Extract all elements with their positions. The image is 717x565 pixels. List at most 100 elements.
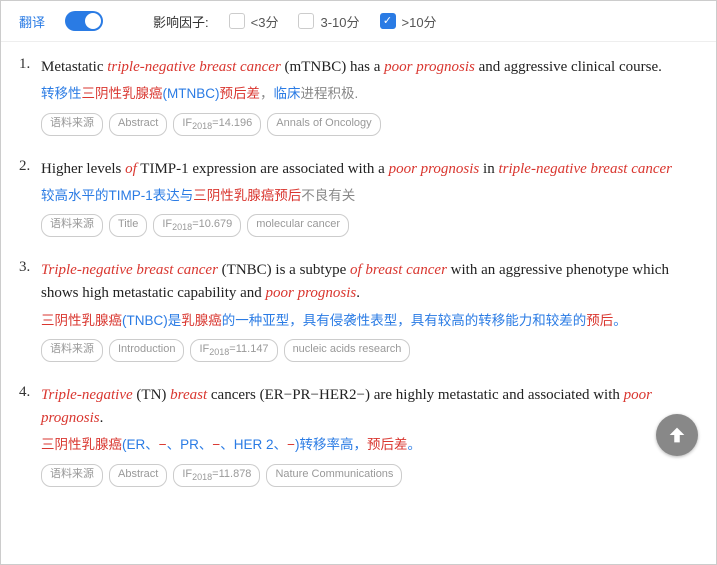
tag-impact-factor[interactable]: IF2018=11.147 <box>190 339 277 362</box>
text-segment: 预后 <box>586 313 613 328</box>
result-number: 4. <box>19 384 41 487</box>
text-segment: 进程积极. <box>301 86 359 101</box>
if-option-label: >10分 <box>402 12 437 31</box>
tag-source[interactable]: 语料来源 <box>41 214 103 237</box>
text-segment: 临床 <box>274 86 301 101</box>
tag-impact-factor[interactable]: IF2018=10.679 <box>153 214 241 237</box>
result-number: 1. <box>19 56 41 136</box>
english-sentence[interactable]: Higher levels of TIMP-1 expression are a… <box>41 158 692 181</box>
text-segment: 三阴性乳腺癌 <box>41 313 122 328</box>
highlight-term: breast <box>170 387 207 403</box>
text-segment: 预后差 <box>367 437 408 452</box>
tag-impact-factor[interactable]: IF2018=11.878 <box>173 464 260 487</box>
text-segment: 、HER 2、 <box>220 437 287 452</box>
chinese-translation[interactable]: 三阴性乳腺癌(ER、−、PR、−、HER 2、−)转移率高，预后差。 <box>41 434 692 456</box>
result-item: 2.Higher levels of TIMP-1 expression are… <box>19 158 692 238</box>
text-segment: (mTNBC) has a <box>281 59 384 75</box>
text-segment: Metastatic <box>41 59 107 75</box>
result-item: 1.Metastatic triple-negative breast canc… <box>19 56 692 136</box>
tag-source[interactable]: 语料来源 <box>41 113 103 136</box>
result-tags: 语料来源 Abstract IF2018=14.196 Annals of Oncol… <box>41 113 692 136</box>
highlight-term: poor prognosis <box>384 59 475 75</box>
highlight-term: of breast cancer <box>350 262 447 278</box>
if-option-3-10[interactable]: 3-10分 <box>298 12 359 31</box>
result-content: Triple-negative breast cancer (TNBC) is … <box>41 259 692 362</box>
text-segment: 不良有关 <box>301 188 355 203</box>
text-segment: TIMP-1 expression are associated with a <box>137 161 389 177</box>
text-segment: MTNBC) <box>167 86 220 101</box>
tag-section[interactable]: Introduction <box>109 339 184 362</box>
checkbox-icon <box>298 13 314 29</box>
highlight-term: poor prognosis <box>389 161 480 177</box>
english-sentence[interactable]: Metastatic triple-negative breast cancer… <box>41 56 692 79</box>
text-segment: − <box>287 437 295 452</box>
result-item: 3.Triple-negative breast cancer (TNBC) i… <box>19 259 692 362</box>
result-number: 2. <box>19 158 41 238</box>
result-tags: 语料来源 Title IF2018=10.679 molecular cancer <box>41 214 692 237</box>
checkbox-checked-icon: ✓ <box>380 13 396 29</box>
text-segment: 。 <box>613 313 627 328</box>
if-option-gt10[interactable]: ✓ >10分 <box>380 12 437 31</box>
english-sentence[interactable]: Triple-negative breast cancer (TNBC) is … <box>41 259 692 306</box>
text-segment: (TN) <box>133 387 171 403</box>
tag-journal[interactable]: Annals of Oncology <box>267 113 380 136</box>
text-segment: 预后差 <box>220 86 261 101</box>
text-segment: . <box>356 285 360 301</box>
text-segment: 三阴性乳腺癌预后 <box>193 188 301 203</box>
text-segment: cancers (ER−PR−HER2−) are highly metasta… <box>207 387 624 403</box>
text-segment: − <box>159 437 167 452</box>
text-segment: . <box>100 410 104 426</box>
highlight-term: of <box>125 161 137 177</box>
text-segment: in <box>479 161 498 177</box>
scroll-top-button[interactable] <box>656 414 698 456</box>
result-tags: 语料来源 Introduction IF2018=11.147 nucleic aci… <box>41 339 692 362</box>
chinese-translation[interactable]: 较高水平的TIMP-1表达与三阴性乳腺癌预后不良有关 <box>41 185 692 207</box>
text-segment: 。 <box>407 437 421 452</box>
if-option-lt3[interactable]: <3分 <box>229 12 279 31</box>
text-segment: Higher levels <box>41 161 125 177</box>
text-segment: 转移性 <box>41 86 82 101</box>
text-segment: 、PR、 <box>167 437 213 452</box>
text-segment: and aggressive clinical course. <box>475 59 662 75</box>
result-content: Triple-negative (TN) breast cancers (ER−… <box>41 384 692 487</box>
highlight-term: negative breast cancer <box>82 262 218 278</box>
result-content: Metastatic triple-negative breast cancer… <box>41 56 692 136</box>
tag-journal[interactable]: Nature Communications <box>266 464 402 487</box>
english-sentence[interactable]: Triple-negative (TN) breast cancers (ER−… <box>41 384 692 431</box>
text-segment: (TNBC)是 <box>122 313 181 328</box>
highlight-term: triple <box>107 59 140 75</box>
text-segment: 乳腺癌 <box>181 313 222 328</box>
result-item: 4.Triple-negative (TN) breast cancers (E… <box>19 384 692 487</box>
chinese-translation[interactable]: 三阴性乳腺癌(TNBC)是乳腺癌的一种亚型，具有侵袭性表型，具有较高的转移能力和… <box>41 310 692 332</box>
highlight-term: poor prognosis <box>266 285 357 301</box>
translate-toggle[interactable] <box>65 11 103 31</box>
text-segment: 的一种亚型，具有侵袭性表型，具有较高的转移能力和较差的 <box>222 313 587 328</box>
filter-bar: 翻译 影响因子: <3分 3-10分 ✓ >10分 <box>1 1 716 42</box>
tag-section[interactable]: Title <box>109 214 147 237</box>
tag-section[interactable]: Abstract <box>109 113 167 136</box>
highlight-term: negative breast cancer <box>145 59 281 75</box>
tag-journal[interactable]: molecular cancer <box>247 214 349 237</box>
tag-journal[interactable]: nucleic acids research <box>284 339 411 362</box>
if-option-label: <3分 <box>251 12 279 31</box>
result-number: 3. <box>19 259 41 362</box>
text-segment: 三阴性乳腺癌 <box>82 86 163 101</box>
text-segment: (TNBC) is a subtype <box>218 262 350 278</box>
impact-factor-label: 影响因子: <box>153 12 209 31</box>
text-segment: )转移率高， <box>295 437 367 452</box>
highlight-term: triple <box>498 161 531 177</box>
tag-source[interactable]: 语料来源 <box>41 464 103 487</box>
translate-label: 翻译 <box>19 12 45 31</box>
text-segment: 三阴性乳腺癌 <box>41 437 122 452</box>
tag-section[interactable]: Abstract <box>109 464 167 487</box>
if-option-label: 3-10分 <box>320 12 359 31</box>
highlight-term: Triple <box>41 262 77 278</box>
tag-impact-factor[interactable]: IF2018=14.196 <box>173 113 261 136</box>
tag-source[interactable]: 语料来源 <box>41 339 103 362</box>
results-list: 1.Metastatic triple-negative breast canc… <box>1 42 716 523</box>
chinese-translation[interactable]: 转移性三阴性乳腺癌(MTNBC)预后差，临床进程积极. <box>41 83 692 105</box>
result-content: Higher levels of TIMP-1 expression are a… <box>41 158 692 238</box>
text-segment: (ER、 <box>122 437 159 452</box>
highlight-term: negative <box>82 387 133 403</box>
text-segment: 较高水平的TIMP-1表达与 <box>41 188 193 203</box>
